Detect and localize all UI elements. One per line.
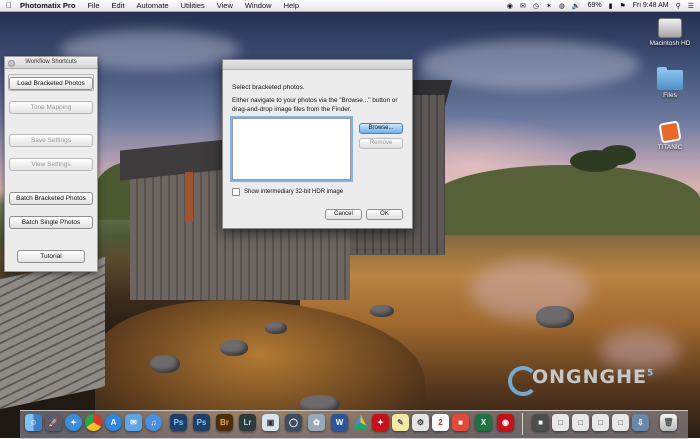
bridge-icon[interactable]: Br	[216, 414, 233, 431]
show-32bit-hdr-checkbox[interactable]	[232, 188, 240, 196]
browse-button[interactable]: Browse...	[359, 123, 403, 134]
folder-icon	[657, 67, 683, 90]
show-32bit-hdr-label: Show intermediary 32-bit HDR image	[244, 189, 344, 195]
lightroom-icon[interactable]: Lr	[239, 414, 256, 431]
trash-icon[interactable]: 🗑	[660, 414, 677, 431]
word-icon[interactable]: W	[331, 414, 348, 431]
itunes-icon[interactable]: ♫	[145, 414, 162, 431]
notification-center-icon[interactable]: ☰	[688, 2, 694, 10]
preview-icon[interactable]: ▣	[262, 414, 279, 431]
cancel-button[interactable]: Cancel	[325, 209, 362, 220]
dialog-title-bar[interactable]	[223, 60, 412, 70]
batch-bracketed-photos-button[interactable]: Batch Bracketed Photos	[9, 192, 93, 205]
appstore-icon[interactable]: A	[105, 414, 122, 431]
show-32bit-hdr-option[interactable]: Show intermediary 32-bit HDR image	[232, 188, 343, 196]
menu-utilities[interactable]: Utilities	[181, 1, 205, 10]
chrome-icon[interactable]	[85, 414, 102, 431]
menu-file[interactable]: File	[87, 1, 99, 10]
photoshop-icon-2[interactable]: Ps	[193, 414, 210, 431]
load-bracketed-photos-button[interactable]: Load Bracketed Photos	[9, 77, 93, 90]
red-app-icon[interactable]: ■	[452, 414, 469, 431]
calendar-icon[interactable]: 2	[432, 414, 449, 431]
apple-menu-icon[interactable]: 	[6, 1, 12, 10]
workflow-shortcuts-palette: Workflow Shortcuts Load Bracketed Photos…	[4, 56, 98, 272]
mail-icon[interactable]: ✉	[125, 414, 142, 431]
downloads-icon[interactable]: ⇩	[632, 414, 649, 431]
clock[interactable]: Fri 9:48 AM	[633, 2, 669, 9]
select-bracketed-photos-dialog: Select bracketed photos. Either navigate…	[222, 59, 413, 229]
remove-button[interactable]: Remove	[359, 138, 403, 149]
notes-icon[interactable]: ✎	[392, 414, 409, 431]
menu-help[interactable]: Help	[284, 1, 299, 10]
photoshop-icon[interactable]: Ps	[170, 414, 187, 431]
hard-drive-icon	[658, 18, 682, 38]
palette-title-bar[interactable]: Workflow Shortcuts	[5, 57, 97, 69]
desktop-icon-titanic[interactable]: TITANIC	[640, 120, 700, 151]
battery-percent[interactable]: 69%	[588, 2, 602, 9]
watermark-superscript: 5	[647, 368, 655, 379]
photos-icon[interactable]: ✿	[308, 414, 325, 431]
desktop-icon-label: TITANIC	[657, 144, 683, 151]
dialog-instructions: Either navigate to your photos via the "…	[232, 97, 398, 113]
menu-extras: ◉ ✉ ◷ ✶ ◍ 🔊 69% ▮ ⚑ Fri 9:48 AM ⚲ ☰	[507, 0, 694, 11]
bluetooth-icon[interactable]: ✶	[546, 2, 552, 10]
flag-icon[interactable]: ⚑	[620, 2, 626, 10]
creative-cloud-icon-dock[interactable]: ◉	[497, 414, 514, 431]
mail-status-icon[interactable]: ✉	[520, 2, 526, 10]
wifi-icon[interactable]: ◍	[559, 2, 565, 10]
photomatix-icon[interactable]: ◯	[285, 414, 302, 431]
battery-icon[interactable]: ▮	[609, 2, 613, 10]
minimized-window-icon[interactable]: ■	[532, 414, 549, 431]
acrobat-icon[interactable]: ✦	[372, 414, 389, 431]
minimized-window-icon-5[interactable]: □	[612, 414, 629, 431]
desktop-icon-label: Files	[663, 92, 677, 99]
bracketed-file-list[interactable]	[232, 118, 351, 180]
launchpad-icon[interactable]: 🚀	[45, 414, 62, 431]
desktop-icon-label: Macintosh HD	[649, 40, 691, 47]
palette-title: Workflow Shortcuts	[25, 59, 77, 65]
menu-window[interactable]: Window	[245, 1, 272, 10]
finder-icon[interactable]: ☺	[25, 414, 42, 431]
ok-button[interactable]: OK	[366, 209, 403, 220]
dock-separator	[522, 413, 523, 435]
minimized-window-icon-4[interactable]: □	[592, 414, 609, 431]
menu-automate[interactable]: Automate	[136, 1, 168, 10]
minimized-window-icon-2[interactable]: □	[552, 414, 569, 431]
minimized-window-icon-3[interactable]: □	[572, 414, 589, 431]
menu-edit[interactable]: Edit	[112, 1, 125, 10]
excel-icon[interactable]: X	[475, 414, 492, 431]
desktop-icon-macintosh-hd[interactable]: Macintosh HD	[640, 18, 700, 47]
menu-app-name[interactable]: Photomatix Pro	[20, 1, 75, 10]
creative-cloud-icon[interactable]: ◉	[507, 2, 513, 10]
watermark-text: ONGNGHE	[532, 366, 648, 388]
dialog-heading: Select bracketed photos.	[232, 84, 305, 91]
time-machine-icon[interactable]: ◷	[533, 2, 539, 10]
watermark: ONGNGHE5	[502, 366, 654, 388]
safari-icon[interactable]: ✦	[65, 414, 82, 431]
volume-icon[interactable]: 🔊	[572, 2, 581, 10]
tone-mapping-button[interactable]: Tone Mapping	[9, 101, 93, 114]
save-settings-button[interactable]: Save Settings	[9, 134, 93, 147]
menu-view[interactable]: View	[217, 1, 233, 10]
external-drive-icon	[658, 120, 682, 144]
tutorial-button[interactable]: Tutorial	[17, 250, 85, 263]
view-settings-button[interactable]: View Settings	[9, 158, 93, 171]
system-prefs-icon[interactable]: ⚙	[412, 414, 429, 431]
batch-single-photos-button[interactable]: Batch Single Photos	[9, 216, 93, 229]
desktop-icon-files[interactable]: Files	[640, 67, 700, 99]
close-icon[interactable]	[8, 60, 15, 67]
spotlight-search-icon[interactable]: ⚲	[676, 2, 681, 10]
menu-bar:  Photomatix Pro File Edit Automate Util…	[0, 0, 700, 12]
